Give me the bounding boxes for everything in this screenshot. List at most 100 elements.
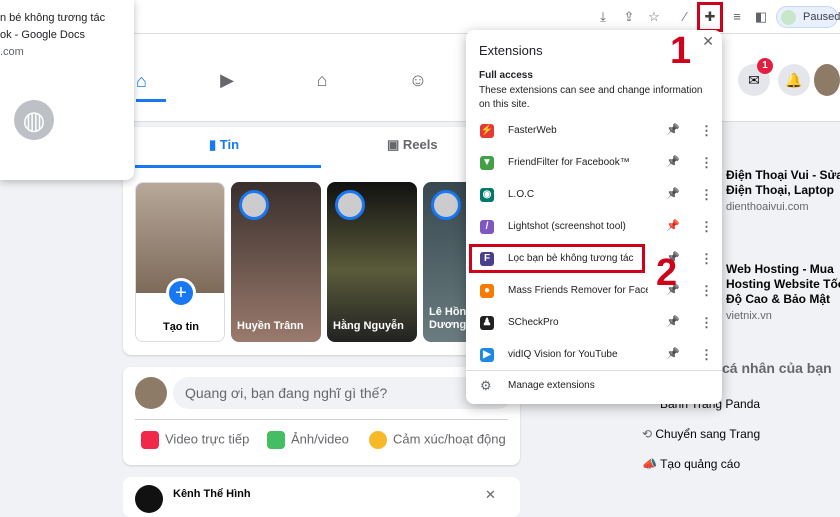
lightshot-icon[interactable]: ∕ (676, 8, 694, 26)
story-name: Hằng Nguyễn (333, 320, 404, 332)
tab-title-line: n bé không tương tác (0, 12, 106, 24)
extension-item[interactable]: ♟ SCheckPro 📌 ⋮ (466, 308, 722, 340)
full-access-heading: Full access (479, 70, 533, 81)
close-icon[interactable]: ✕ (485, 487, 496, 503)
watch-icon[interactable]: ▶ (212, 70, 242, 92)
post-author[interactable]: Kênh Thể Hình (173, 488, 251, 500)
extension-name: vidIQ Vision for YouTube (508, 349, 618, 360)
extension-item[interactable]: ▼ FriendFilter for Facebook™ 📌 ⋮ (466, 148, 722, 180)
ad-title: Web Hosting - Mua (726, 262, 834, 276)
ad-title: Độ Cao & Bảo Mật (726, 292, 831, 306)
book-icon: ▮ (209, 137, 220, 152)
gear-icon: ⚙ (480, 378, 492, 393)
avatar (135, 377, 167, 409)
home-icon[interactable]: ⌂ (136, 71, 150, 91)
share-icon[interactable]: ⇪ (620, 8, 638, 26)
extension-name: L.O.C (508, 189, 535, 200)
more-options-icon[interactable]: ⋮ (700, 187, 713, 203)
live-video-button[interactable]: Video trực tiếp (141, 431, 249, 449)
avatar (335, 190, 365, 220)
extensions-menu: Extensions ✕ Full access These extension… (466, 30, 722, 404)
extension-name: FasterWeb (508, 125, 557, 136)
messenger-icon: ✉ (748, 72, 760, 88)
extension-icon: ⚡ (480, 124, 494, 138)
tab-hover-card: n bé không tương tác ok - Google Docs .c… (0, 0, 134, 180)
more-options-icon[interactable]: ⋮ (700, 219, 713, 235)
story-name: Lê Hồn Dương (429, 306, 467, 331)
extension-icon: ● (480, 284, 494, 298)
pin-icon[interactable]: 📌 (666, 123, 680, 136)
extension-icon: ▼ (480, 156, 494, 170)
more-options-icon[interactable]: ⋮ (700, 155, 713, 171)
extension-icon: ▶ (480, 348, 494, 362)
plus-icon[interactable]: + (166, 278, 196, 308)
stories-tab-indicator (135, 165, 321, 168)
ad-url: dienthoaivui.com (726, 201, 809, 213)
step-number-1: 1 (670, 30, 692, 72)
more-options-icon[interactable]: ⋮ (700, 347, 713, 363)
more-options-icon[interactable]: ⋮ (700, 251, 713, 267)
smile-icon (369, 431, 387, 449)
side-panel-icon[interactable]: ◧ (752, 8, 770, 26)
download-icon[interactable]: ⤓ (594, 8, 612, 26)
more-options-icon[interactable]: ⋮ (700, 283, 713, 299)
create-ad-button[interactable]: 📣 Tạo quảng cáo (642, 457, 740, 471)
close-icon[interactable]: ✕ (702, 33, 714, 50)
pin-icon[interactable]: 📌 (666, 347, 680, 360)
feeling-activity-button[interactable]: Cảm xúc/hoạt động (369, 431, 506, 449)
extension-item[interactable]: ⚡ FasterWeb 📌 ⋮ (466, 116, 722, 148)
photo-icon (267, 431, 285, 449)
step-number-2: 2 (656, 252, 678, 294)
extension-item[interactable]: / Lightshot (screenshot tool) 📌 ⋮ (466, 212, 722, 244)
ad-url: vietnix.vn (726, 310, 772, 322)
extensions-title: Extensions (479, 43, 543, 58)
more-options-icon[interactable]: ⋮ (700, 123, 713, 139)
ad-title: Điện Thoại, Laptop (726, 183, 834, 197)
messenger-badge: 1 (757, 58, 773, 74)
manage-extensions-button[interactable]: ⚙ Manage extensions (466, 370, 722, 400)
photo-video-button[interactable]: Ảnh/video (267, 431, 349, 449)
pin-icon[interactable]: 📌 (666, 315, 680, 328)
divider (135, 419, 508, 420)
extension-item[interactable]: ▶ vidIQ Vision for YouTube 📌 ⋮ (466, 340, 722, 372)
extension-item[interactable]: ◉ L.O.C 📌 ⋮ (466, 180, 722, 212)
tab-url: .com (0, 46, 24, 58)
tab-stories[interactable]: ▮ Tin (209, 137, 239, 153)
extension-name: FriendFilter for Facebook™ (508, 157, 630, 168)
home-active-indicator (136, 99, 166, 102)
tab-title-line: ok - Google Docs (0, 29, 85, 41)
megaphone-icon: 📣 (642, 457, 661, 471)
pin-icon[interactable]: 📌 (666, 155, 680, 168)
sponsored-ad[interactable]: Web Hosting - Mua Hosting Website Tốc Độ… (726, 262, 840, 322)
notifications-button[interactable]: 🔔 (778, 64, 810, 96)
avatar (431, 190, 461, 220)
pin-icon[interactable]: 📌 (666, 219, 680, 232)
create-story-card[interactable]: + Tạo tin (135, 182, 225, 342)
avatar (135, 485, 163, 513)
extension-name: Mass Friends Remover for Face... (508, 285, 648, 296)
live-video-icon (141, 431, 159, 449)
tab-reels[interactable]: ▣ Reels (387, 137, 438, 153)
story-item[interactable]: Hằng Nguyễn (327, 182, 417, 342)
avatar[interactable] (814, 64, 840, 96)
extension-item[interactable]: ● Mass Friends Remover for Face... 📌 ⋮ (466, 276, 722, 308)
profile-paused-button[interactable]: Paused (776, 6, 840, 28)
switch-page-button[interactable]: ⟲ Chuyển sang Trang (642, 427, 760, 441)
extension-icon: / (480, 220, 494, 234)
post-input[interactable]: Quang ơi, bạn đang nghĩ gì thế? (173, 377, 513, 409)
marketplace-icon[interactable]: ⌂ (307, 70, 337, 92)
pages-section-title: cá nhân của bạn (722, 360, 832, 376)
bookmark-star-icon[interactable]: ☆ (645, 8, 663, 26)
pin-icon[interactable]: 📌 (666, 187, 680, 200)
create-story-label: Tạo tin (162, 321, 200, 333)
globe-icon: ◍ (14, 100, 54, 140)
post-composer: Quang ơi, bạn đang nghĩ gì thế? Video tr… (123, 367, 520, 465)
reading-list-icon[interactable]: ≡ (728, 8, 746, 26)
more-options-icon[interactable]: ⋮ (700, 315, 713, 331)
extension-icon: ♟ (480, 316, 494, 330)
sponsored-ad[interactable]: Điện Thoại Vui - Sửa Điện Thoại, Laptop … (726, 168, 840, 213)
story-item[interactable]: Huyền Trânn (231, 182, 321, 342)
switch-icon: ⟲ (642, 427, 656, 441)
groups-icon[interactable]: ☺ (403, 70, 433, 92)
extension-name: Lightshot (screenshot tool) (508, 221, 626, 232)
